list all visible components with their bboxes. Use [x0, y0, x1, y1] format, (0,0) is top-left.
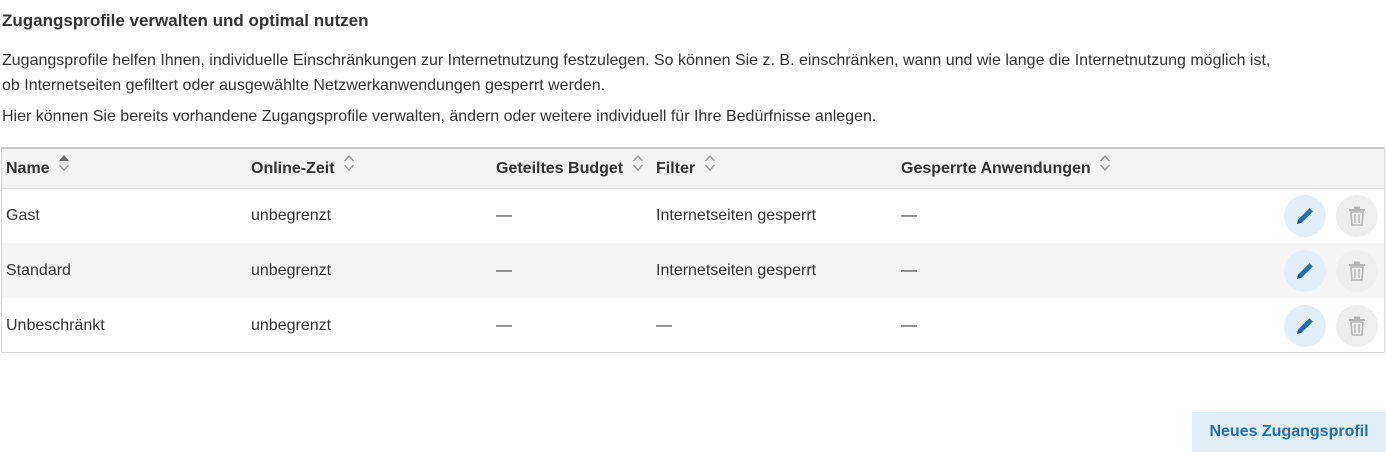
- column-header-geteiltes-budget[interactable]: Geteiltes Budget: [496, 149, 644, 188]
- column-header-label: Gesperrte Anwendungen: [901, 160, 1091, 177]
- edit-button[interactable]: [1284, 305, 1326, 347]
- sort-icon: [704, 148, 716, 187]
- intro-text-line-3: Hier können Sie bereits vorhandene Zugan…: [2, 108, 877, 125]
- cell-geteiltes-budget: —: [496, 207, 512, 224]
- column-header-filter[interactable]: Filter: [656, 149, 716, 188]
- sort-icon: [343, 148, 355, 187]
- table-header: Name Online-Zeit Geteiltes Budget Filter…: [2, 149, 1384, 189]
- column-header-label: Geteiltes Budget: [496, 160, 624, 177]
- new-profile-button[interactable]: Neues Zugangsprofil: [1192, 412, 1386, 452]
- edit-button[interactable]: [1284, 195, 1326, 237]
- cell-gesperrte-anwendungen: —: [901, 207, 917, 224]
- intro-text-line-2: ob Internetseiten gefiltert oder ausgewä…: [2, 77, 606, 94]
- column-header-online-zeit[interactable]: Online-Zeit: [251, 149, 355, 188]
- sort-icon: [632, 148, 644, 187]
- column-header-label: Online-Zeit: [251, 160, 335, 177]
- trash-icon: [1349, 316, 1365, 336]
- sort-icon: [1099, 148, 1111, 187]
- column-header-gesperrte-anwendungen[interactable]: Gesperrte Anwendungen: [901, 149, 1111, 188]
- cell-geteiltes-budget: —: [496, 317, 512, 334]
- trash-icon: [1349, 261, 1365, 281]
- pencil-icon: [1297, 318, 1313, 334]
- pencil-icon: [1297, 263, 1313, 279]
- page-title: Zugangsprofile verwalten und optimal nut…: [2, 11, 369, 30]
- delete-button[interactable]: [1336, 250, 1378, 292]
- delete-button[interactable]: [1336, 195, 1378, 237]
- table-row: Standard unbegrenzt — Internetseiten ges…: [2, 243, 1384, 298]
- column-header-label: Name: [6, 160, 50, 177]
- cell-gesperrte-anwendungen: —: [901, 262, 917, 279]
- cell-name: Standard: [6, 262, 71, 279]
- cell-filter: —: [656, 317, 672, 334]
- trash-icon: [1349, 206, 1365, 226]
- cell-online-zeit: unbegrenzt: [251, 262, 332, 279]
- cell-name: Unbeschränkt: [6, 317, 105, 334]
- cell-geteiltes-budget: —: [496, 262, 512, 279]
- delete-button[interactable]: [1336, 305, 1378, 347]
- cell-name: Gast: [6, 207, 40, 224]
- cell-online-zeit: unbegrenzt: [251, 207, 332, 224]
- cell-filter: Internetseiten gesperrt: [656, 207, 817, 224]
- table-row: Unbeschränkt unbegrenzt — — —: [2, 298, 1384, 353]
- cell-filter: Internetseiten gesperrt: [656, 262, 817, 279]
- column-header-name[interactable]: Name: [6, 149, 70, 188]
- sort-ascending-icon: [58, 148, 70, 187]
- edit-button[interactable]: [1284, 250, 1326, 292]
- table-row: Gast unbegrenzt — Internetseiten gesperr…: [2, 188, 1384, 243]
- cell-online-zeit: unbegrenzt: [251, 317, 332, 334]
- column-header-label: Filter: [656, 160, 696, 177]
- cell-gesperrte-anwendungen: —: [901, 317, 917, 334]
- intro-text-line-1: Zugangsprofile helfen Ihnen, individuell…: [2, 52, 1271, 69]
- profiles-table: Name Online-Zeit Geteiltes Budget Filter…: [1, 147, 1385, 353]
- pencil-icon: [1297, 208, 1313, 224]
